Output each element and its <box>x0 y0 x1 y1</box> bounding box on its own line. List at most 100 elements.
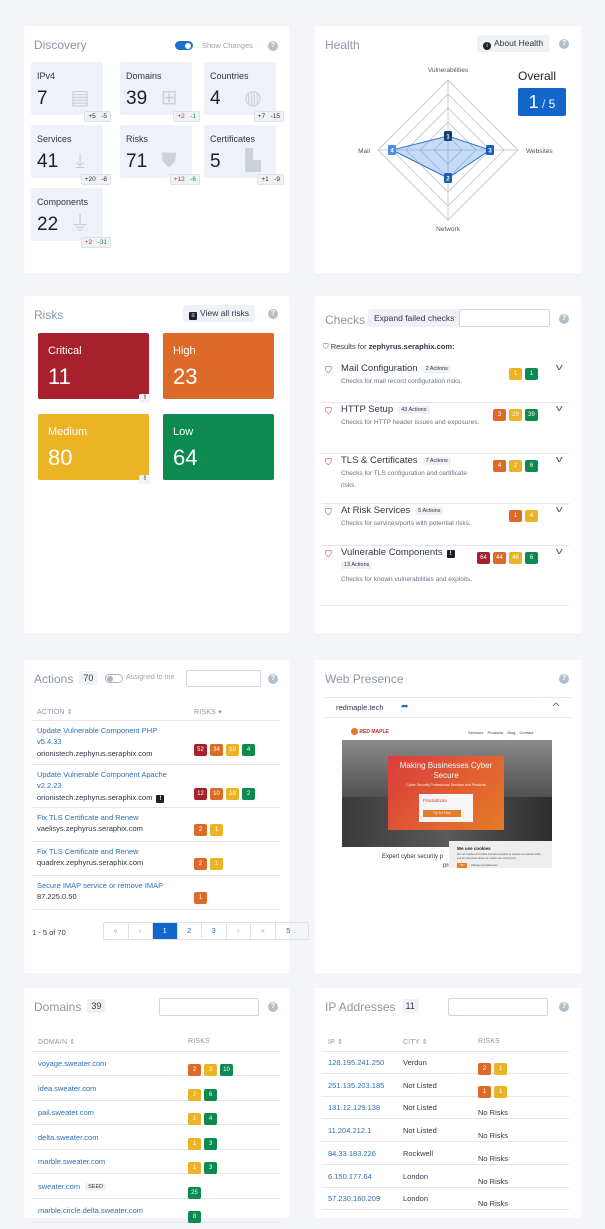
ip-link[interactable]: 251.135.203.185 <box>328 1081 384 1090</box>
last-page-button[interactable]: » <box>251 923 276 939</box>
check-row[interactable]: ⛉ HTTP Setup 43 Actions Checks for HTTP h… <box>321 403 569 454</box>
chevron-down-icon[interactable]: v <box>555 362 562 372</box>
help-icon[interactable]: ? <box>268 41 278 51</box>
risk-count-badge-medium[interactable]: 1 <box>210 858 223 870</box>
next-page-button[interactable]: › <box>227 923 251 939</box>
domain-link[interactable]: marble.circle.delta.sweater.com <box>38 1206 143 1215</box>
check-row[interactable]: ⛉ Vulnerable Components! 13 Actions Chec… <box>321 546 569 606</box>
risk-count-badge-high[interactable]: 3 <box>493 409 506 421</box>
chevron-down-icon[interactable]: v <box>555 546 562 556</box>
risk-count-badge-low[interactable]: 1 <box>525 368 538 380</box>
action-title-link[interactable]: Secure IMAP service or remove IMAP <box>37 880 182 891</box>
risk-count-badge-low[interactable]: 39 <box>525 409 538 421</box>
action-title-link[interactable]: Fix TLS Certificate and Renew <box>37 846 182 857</box>
risk-count-badge-medium[interactable]: 1 <box>188 1137 201 1150</box>
risk-count-badge-high[interactable]: 44 <box>493 552 506 564</box>
expand-failed-checks-button[interactable]: Expand failed checks <box>368 309 461 327</box>
risk-count-badge-medium[interactable]: 1 <box>494 1085 507 1098</box>
help-icon[interactable]: ? <box>268 1002 278 1012</box>
action-title-link[interactable]: Fix TLS Certificate and Renew <box>37 812 182 823</box>
checks-search-input[interactable] <box>459 309 550 327</box>
risk-count-badge-low[interactable]: 6 <box>525 552 538 564</box>
domain-link[interactable]: pail.sweater.com <box>38 1108 94 1117</box>
ip-link[interactable]: 57.230.160.209 <box>328 1194 380 1203</box>
column-header-risks[interactable]: RISKS ▾ <box>194 708 222 716</box>
risk-count-badge-high[interactable]: 1 <box>194 892 207 904</box>
risk-count-badge-high[interactable]: 2 <box>194 824 207 836</box>
domain-link[interactable]: voyage.sweater.com <box>38 1059 106 1068</box>
risk-count-badge-low[interactable]: 6 <box>204 1088 217 1101</box>
risk-count-badge-low[interactable]: 4 <box>242 744 255 756</box>
assigned-to-me-toggle[interactable] <box>105 674 123 683</box>
view-all-risks-button[interactable]: ≡ View all risks <box>183 305 255 322</box>
risk-count-badge-medium[interactable]: 1 <box>188 1162 201 1174</box>
risk-count-badge-medium[interactable]: 10 <box>226 744 239 756</box>
risk-count-badge-high[interactable]: 2 <box>194 858 207 870</box>
ip-link[interactable]: 6.150.177.64 <box>328 1172 372 1181</box>
discovery-tile-certificates[interactable]: Certificates 5 ▙ +1 -9 <box>204 125 284 185</box>
risk-count-badge-low[interactable]: 3 <box>204 1137 217 1150</box>
risk-tile-high[interactable]: High 23 <box>163 333 274 399</box>
risk-count-badge-high[interactable]: 34 <box>210 744 223 756</box>
risk-count-badge-high[interactable]: 2 <box>478 1063 491 1075</box>
help-icon[interactable]: ? <box>559 314 569 324</box>
risk-count-badge-critical[interactable]: 52 <box>194 744 207 756</box>
actions-search-input[interactable] <box>186 670 261 687</box>
risk-count-badge-medium[interactable]: 1 <box>210 824 223 836</box>
chevron-up-icon[interactable]: ^ <box>552 701 559 711</box>
domain-link[interactable]: sweater.com SEED <box>38 1182 107 1191</box>
domain-link[interactable]: marble.sweater.com <box>38 1157 105 1166</box>
column-header-action[interactable]: ACTION ⇕ <box>37 708 73 716</box>
ip-search-input[interactable] <box>448 998 548 1016</box>
site-header-row[interactable]: redmaple.tech ➦ ^ <box>324 697 572 718</box>
domain-link[interactable]: idea.sweater.com <box>38 1084 96 1093</box>
chevron-down-icon[interactable]: v <box>555 504 562 514</box>
risk-count-badge-low[interactable]: 10 <box>220 1064 233 1076</box>
risk-count-badge-low[interactable]: 6 <box>525 460 538 472</box>
page-2-button[interactable]: 2 <box>178 923 202 939</box>
discovery-tile-ipv4[interactable]: IPv4 7 ▤ +5 -5 <box>31 62 111 122</box>
risk-count-badge-high[interactable]: 10 <box>210 788 223 800</box>
risk-count-badge-high[interactable]: 4 <box>493 460 506 472</box>
prev-page-button[interactable]: ‹ <box>129 923 153 939</box>
risk-count-badge-high[interactable]: 1 <box>478 1085 491 1098</box>
check-row[interactable]: ⛉ At Risk Services 5 Actions Checks for s… <box>321 504 569 546</box>
discovery-tile-domains[interactable]: Domains 39 ⊞ +2 -1 <box>120 62 200 122</box>
help-icon[interactable]: ? <box>559 1002 569 1012</box>
risk-count-badge-high[interactable]: 2 <box>188 1064 201 1076</box>
risk-count-badge-low[interactable]: 8 <box>188 1211 201 1223</box>
first-page-button[interactable]: « <box>104 923 129 939</box>
discovery-tile-services[interactable]: Services 41 ⤓ +20 -8 <box>31 125 111 185</box>
ip-link[interactable]: 84.33.183.226 <box>328 1149 376 1158</box>
page-size-select[interactable]: 5 ⌄ <box>276 923 308 939</box>
risk-count-badge-low[interactable]: 25 <box>188 1186 201 1199</box>
risk-count-badge-critical[interactable]: 64 <box>477 552 490 564</box>
risk-count-badge-critical[interactable]: 12 <box>194 788 207 800</box>
column-header-city[interactable]: CITY ⇕ <box>403 1038 428 1046</box>
page-1-button[interactable]: 1 <box>153 923 178 939</box>
column-header-domain[interactable]: DOMAIN ⇕ <box>38 1038 75 1046</box>
chevron-down-icon[interactable]: v <box>555 454 562 464</box>
page-3-button[interactable]: 3 <box>202 923 227 939</box>
discovery-tile-risks[interactable]: Risks 71 ⛊ +12 -6 <box>120 125 200 185</box>
risk-count-badge-medium[interactable]: 2 <box>509 460 522 472</box>
discovery-tile-components[interactable]: Components 22 ⏚ +2 -31 <box>31 188 111 248</box>
risk-count-badge-medium[interactable]: 4 <box>525 510 538 522</box>
risk-count-badge-medium[interactable]: 29 <box>509 409 522 421</box>
check-row[interactable]: ⛉ TLS & Certificates 7 Actions Checks for… <box>321 454 569 504</box>
risk-tile-medium[interactable]: Medium 80 ! <box>38 414 151 484</box>
risk-count-badge-low[interactable]: 4 <box>204 1113 217 1125</box>
domain-link[interactable]: delta.sweater.com <box>38 1133 98 1142</box>
risk-count-badge-medium[interactable]: 18 <box>226 788 239 800</box>
risk-count-badge-high[interactable]: 1 <box>509 510 522 522</box>
ip-link[interactable]: 128.195.241.250 <box>328 1058 384 1067</box>
ip-link[interactable]: 131.12.129.138 <box>328 1103 380 1112</box>
risk-count-badge-low[interactable]: 2 <box>242 788 255 800</box>
ip-link[interactable]: 11.204.212.1 <box>328 1126 371 1135</box>
risk-count-badge-low[interactable]: 3 <box>204 1162 217 1174</box>
risk-count-badge-medium[interactable]: 46 <box>509 552 522 564</box>
external-link-icon[interactable]: ➦ <box>401 701 409 712</box>
risk-count-badge-medium[interactable]: 1 <box>494 1063 507 1075</box>
show-changes-toggle[interactable] <box>175 41 193 50</box>
risk-count-badge-medium[interactable]: 1 <box>509 368 522 380</box>
